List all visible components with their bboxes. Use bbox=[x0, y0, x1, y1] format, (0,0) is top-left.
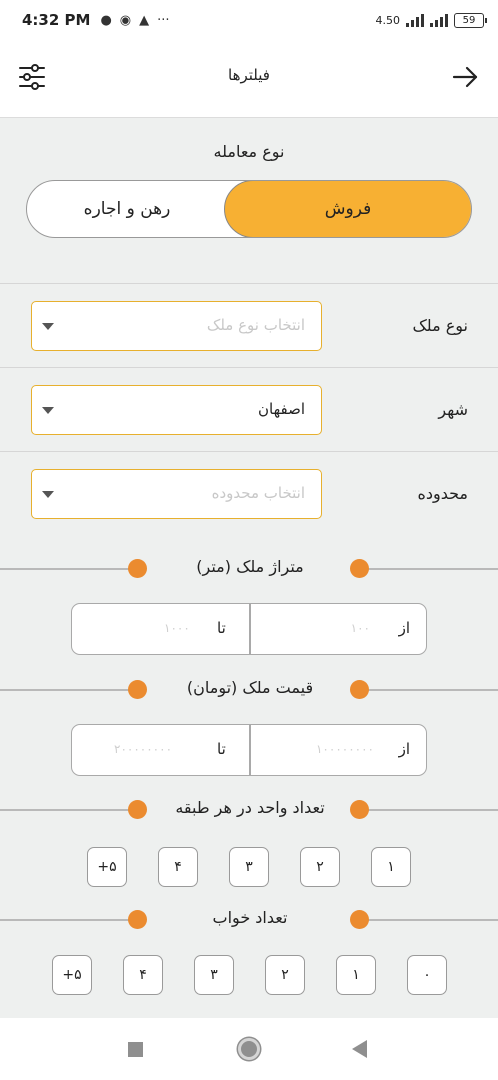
nav-back-icon[interactable] bbox=[352, 1040, 367, 1058]
signal-icon bbox=[406, 13, 424, 27]
price-slider-track-left bbox=[0, 689, 138, 691]
rooms-option-5plus[interactable]: +۵ bbox=[52, 955, 92, 995]
rooms-option-1[interactable]: ۱ bbox=[336, 955, 376, 995]
network-speed: 4.50 bbox=[375, 13, 401, 27]
rent-option[interactable]: رهن و اجاره bbox=[27, 181, 227, 237]
units-slider-track-left bbox=[0, 809, 138, 811]
dropdown-caret-icon bbox=[42, 491, 54, 498]
region-select[interactable]: انتخاب محدوده bbox=[31, 469, 322, 519]
price-from-label: از bbox=[398, 740, 410, 758]
rooms-option-0[interactable]: ۰ bbox=[407, 955, 447, 995]
divider bbox=[0, 283, 498, 284]
area-title: متراژ ملک (متر) bbox=[196, 557, 304, 576]
area-from-input[interactable]: ۱۰۰ bbox=[351, 621, 370, 635]
price-min-handle[interactable] bbox=[128, 680, 147, 699]
units-slider-track-right bbox=[360, 809, 498, 811]
chrome-icon: ◉ bbox=[119, 12, 132, 28]
notification-icons: ● ◉ ▲ ··· bbox=[100, 13, 169, 28]
more-icon: ··· bbox=[157, 12, 170, 28]
bell-icon: ▲ bbox=[139, 12, 150, 28]
area-min-handle[interactable] bbox=[128, 559, 147, 578]
rooms-option-3[interactable]: ۳ bbox=[194, 955, 234, 995]
deal-type-toggle: رهن و اجاره فروش bbox=[26, 180, 472, 238]
rooms-option-4[interactable]: ۴ bbox=[123, 955, 163, 995]
units-option-5plus[interactable]: +۵ bbox=[87, 847, 127, 887]
price-max-handle[interactable] bbox=[350, 680, 369, 699]
price-range-input: از ۱۰۰۰۰۰۰۰۰ تا ۲۰۰۰۰۰۰۰۰ bbox=[71, 724, 427, 776]
message-icon: ● bbox=[100, 12, 112, 28]
units-option-2[interactable]: ۲ bbox=[300, 847, 340, 887]
battery-icon: 59 bbox=[454, 12, 487, 28]
range-separator bbox=[249, 725, 251, 775]
region-label: محدوده bbox=[417, 484, 468, 503]
rooms-min-handle[interactable] bbox=[128, 910, 147, 929]
rooms-slider-track-left bbox=[0, 919, 138, 921]
home-icon[interactable] bbox=[238, 1038, 260, 1060]
region-placeholder: انتخاب محدوده bbox=[211, 484, 305, 502]
app-bar: فیلترها bbox=[0, 40, 498, 118]
rooms-max-handle[interactable] bbox=[350, 910, 369, 929]
units-title: تعداد واحد در هر طبقه bbox=[175, 798, 325, 817]
status-time: 4:32 PM bbox=[22, 11, 91, 29]
price-title: قیمت ملک (تومان) bbox=[186, 678, 314, 697]
divider bbox=[0, 451, 498, 452]
units-min-handle[interactable] bbox=[128, 800, 147, 819]
area-slider-track-left bbox=[0, 568, 138, 570]
recents-icon[interactable] bbox=[128, 1042, 143, 1057]
signal-icon-2 bbox=[430, 13, 448, 27]
units-option-4[interactable]: ۴ bbox=[158, 847, 198, 887]
area-slider-track-right bbox=[360, 568, 498, 570]
area-from-label: از bbox=[398, 619, 410, 637]
sell-option[interactable]: فروش bbox=[224, 181, 471, 237]
status-bar: 4:32 PM ● ◉ ▲ ··· 4.50 59 bbox=[0, 0, 498, 40]
dropdown-caret-icon bbox=[42, 323, 54, 330]
area-max-handle[interactable] bbox=[350, 559, 369, 578]
deal-type-title: نوع معامله bbox=[213, 142, 285, 161]
city-select[interactable]: اصفهان bbox=[31, 385, 322, 435]
property-type-placeholder: انتخاب نوع ملک bbox=[206, 316, 305, 334]
price-to-label: تا bbox=[217, 740, 226, 758]
units-option-1[interactable]: ۱ bbox=[371, 847, 411, 887]
rooms-title: تعداد خواب bbox=[212, 908, 288, 927]
area-range-input: از ۱۰۰ تا ۱۰۰۰ bbox=[71, 603, 427, 655]
battery-level: 59 bbox=[462, 14, 476, 26]
system-nav-bar bbox=[0, 1018, 498, 1080]
page-title: فیلترها bbox=[228, 66, 270, 84]
city-label: شهر bbox=[438, 400, 468, 419]
divider bbox=[0, 367, 498, 368]
status-right: 4.50 59 bbox=[375, 12, 487, 28]
range-separator bbox=[249, 604, 251, 654]
area-to-input[interactable]: ۱۰۰۰ bbox=[164, 621, 190, 635]
property-type-label: نوع ملک bbox=[412, 316, 468, 335]
area-to-label: تا bbox=[217, 619, 226, 637]
units-option-3[interactable]: ۳ bbox=[229, 847, 269, 887]
price-from-input[interactable]: ۱۰۰۰۰۰۰۰۰ bbox=[316, 742, 374, 756]
units-max-handle[interactable] bbox=[350, 800, 369, 819]
price-slider-track-right bbox=[360, 689, 498, 691]
dropdown-caret-icon bbox=[42, 407, 54, 414]
property-type-select[interactable]: انتخاب نوع ملک bbox=[31, 301, 322, 351]
back-arrow-icon[interactable] bbox=[450, 62, 480, 92]
city-value: اصفهان bbox=[258, 400, 305, 418]
rooms-option-2[interactable]: ۲ bbox=[265, 955, 305, 995]
price-to-input[interactable]: ۲۰۰۰۰۰۰۰۰ bbox=[114, 742, 172, 756]
rooms-slider-track-right bbox=[360, 919, 498, 921]
